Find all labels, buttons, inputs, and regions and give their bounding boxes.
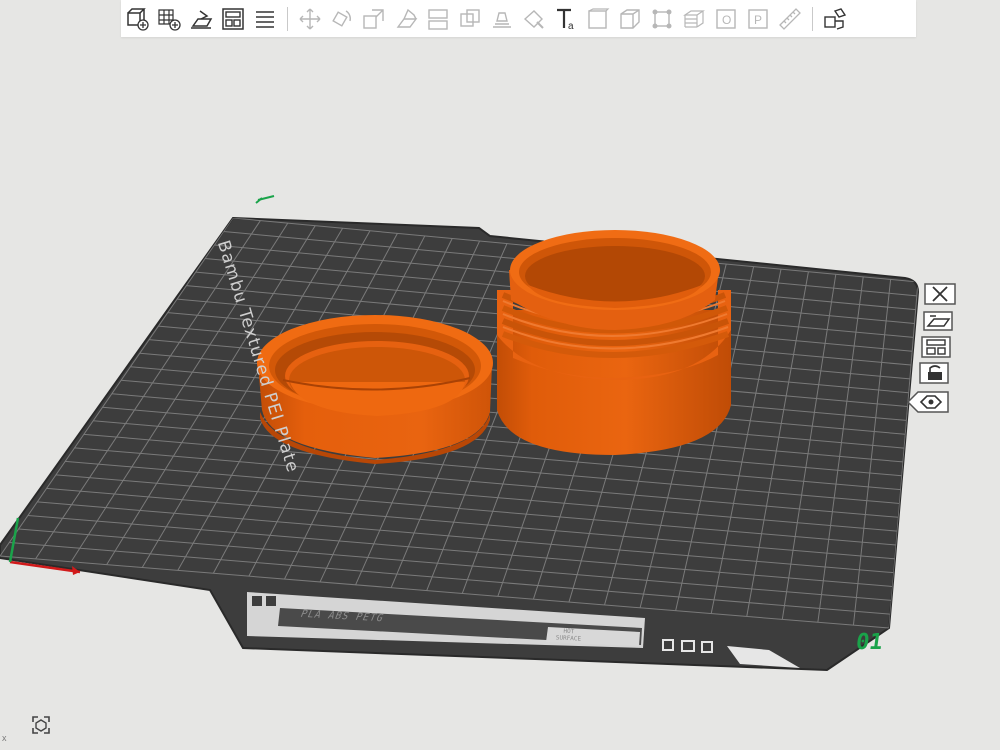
axis-x-label: x bbox=[2, 733, 7, 743]
3d-viewport[interactable] bbox=[0, 0, 1000, 750]
arrange-plate-button[interactable] bbox=[920, 336, 952, 358]
lock-plate-button[interactable] bbox=[918, 362, 950, 384]
auto-orient-plate-button[interactable] bbox=[922, 310, 954, 332]
plate-settings-button[interactable] bbox=[904, 390, 952, 413]
plate-surface-label: HOT SURFACE bbox=[555, 627, 582, 643]
plate-surface-line2: SURFACE bbox=[555, 634, 582, 643]
view-cube-button[interactable] bbox=[30, 714, 52, 736]
plate-number[interactable]: 01 bbox=[854, 630, 884, 655]
cup-object bbox=[497, 230, 731, 455]
close-plate-button[interactable] bbox=[924, 283, 956, 305]
